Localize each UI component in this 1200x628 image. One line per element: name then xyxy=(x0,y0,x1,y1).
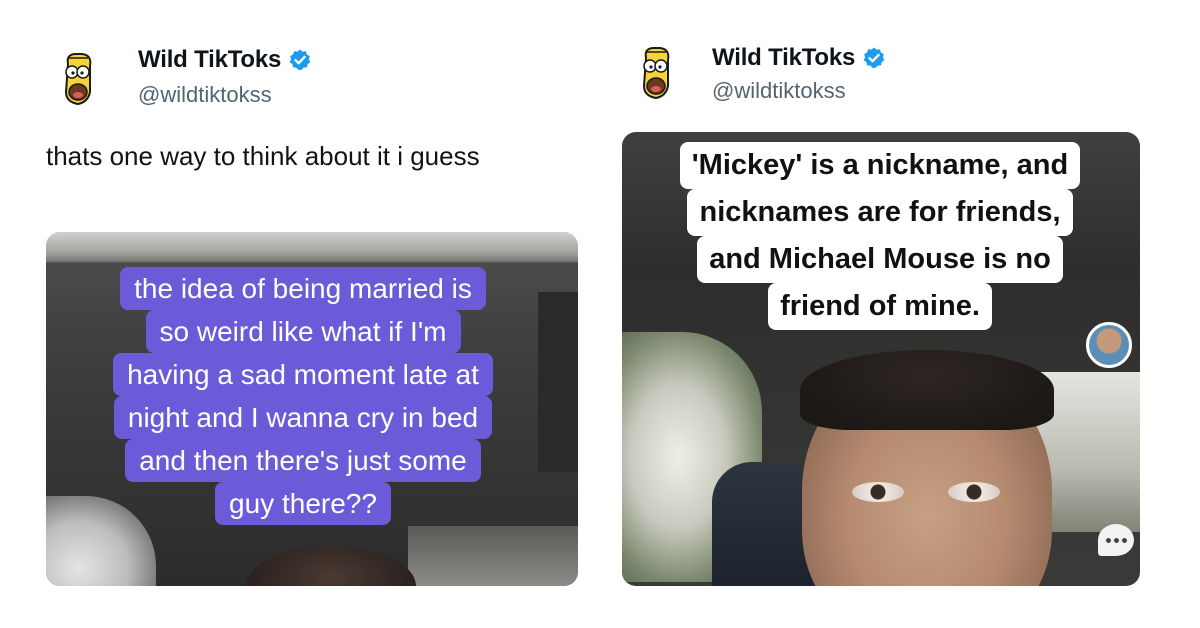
caption-line: friend of mine. xyxy=(768,283,992,330)
verified-badge-icon xyxy=(289,49,311,70)
account-handle[interactable]: @wildtiktokss xyxy=(138,82,272,108)
tweet-text: thats one way to think about it i guess xyxy=(46,141,480,171)
tweet-card-right: Wild TikToks @wildtiktokss 'Mickey' is a… xyxy=(600,0,1200,628)
display-name[interactable]: Wild TikToks xyxy=(138,46,281,74)
caption-line: and Michael Mouse is no xyxy=(697,236,1063,283)
caption-line: guy there?? xyxy=(215,482,391,525)
account-handle[interactable]: @wildtiktokss xyxy=(712,78,846,104)
tweet-card-left: Wild TikToks @wildtiktokss thats one way… xyxy=(0,0,600,628)
video-caption: the idea of being married is so weird li… xyxy=(68,267,538,525)
caption-line: and then there's just some xyxy=(125,439,481,482)
account-name-row[interactable]: Wild TikToks xyxy=(138,46,312,74)
caption-line: nicknames are for friends, xyxy=(687,189,1073,236)
car-pillar xyxy=(538,292,578,472)
display-name[interactable]: Wild TikToks xyxy=(712,44,855,72)
avatar[interactable] xyxy=(636,46,676,102)
video-caption: 'Mickey' is a nickname, and nicknames ar… xyxy=(640,142,1120,330)
caption-line: the idea of being married is xyxy=(120,267,486,310)
person-eye-left xyxy=(852,482,904,502)
car-window-top xyxy=(46,232,578,262)
car-window-right xyxy=(408,526,578,586)
caption-line: night and I wanna cry in bed xyxy=(113,396,493,439)
tweet-media[interactable]: 'Mickey' is a nickname, and nicknames ar… xyxy=(622,132,1140,586)
verified-badge-icon xyxy=(863,47,885,68)
person-eye-right xyxy=(948,482,1000,502)
account-name-row[interactable]: Wild TikToks xyxy=(712,44,886,72)
caption-line: so weird like what if I'm xyxy=(145,310,461,353)
caption-line: having a sad moment late at xyxy=(113,353,493,396)
person-hair xyxy=(800,350,1054,430)
tweet-media[interactable]: the idea of being married is so weird li… xyxy=(46,232,578,586)
avatar[interactable] xyxy=(58,52,98,108)
avatar-homer-icon xyxy=(64,53,92,106)
comment-bubble-icon[interactable] xyxy=(1098,524,1134,556)
avatar-homer-icon xyxy=(642,47,670,100)
caption-line: 'Mickey' is a nickname, and xyxy=(679,142,1081,189)
